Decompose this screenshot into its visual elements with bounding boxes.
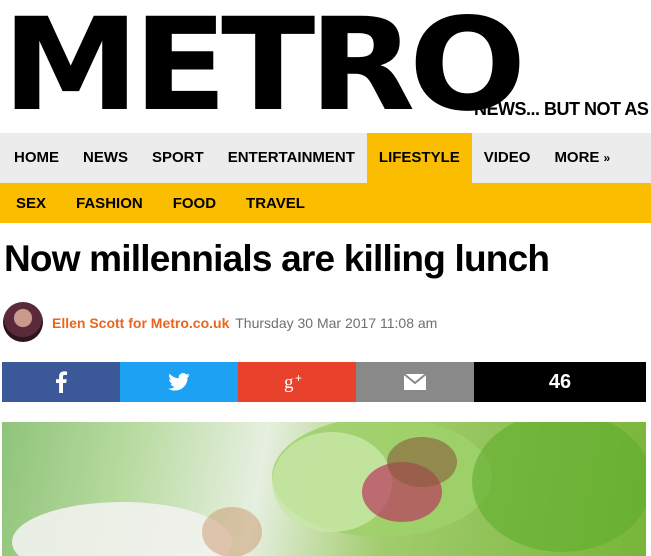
nav-item-lifestyle[interactable]: LIFESTYLE xyxy=(366,133,472,183)
nav-item-home[interactable]: HOME xyxy=(0,133,71,183)
facebook-share-button[interactable] xyxy=(2,362,120,402)
email-share-button[interactable] xyxy=(356,362,474,402)
article-headline: Now millennials are killing lunch xyxy=(4,238,550,279)
sub-nav: SEX FASHION FOOD TRAVEL xyxy=(0,183,651,223)
nav-item-video[interactable]: VIDEO xyxy=(472,133,543,183)
wrap-photo xyxy=(12,422,646,556)
nav-item-sport[interactable]: SPORT xyxy=(140,133,216,183)
google-plus-share-button[interactable]: g + xyxy=(238,362,356,402)
author-link[interactable]: Ellen Scott for Metro.co.uk xyxy=(52,315,229,331)
share-count: 46 xyxy=(474,362,646,402)
byline: Ellen Scott for Metro.co.uk Thursday 30 … xyxy=(52,315,437,331)
nav-item-more[interactable]: MORE» xyxy=(542,133,622,183)
subnav-item-travel[interactable]: TRAVEL xyxy=(231,195,320,212)
svg-text:g: g xyxy=(284,372,294,392)
subnav-item-sex[interactable]: SEX xyxy=(0,195,61,212)
double-chevron-down-icon: » xyxy=(603,151,611,165)
email-icon xyxy=(404,374,426,390)
main-nav: HOME NEWS SPORT ENTERTAINMENT LIFESTYLE … xyxy=(0,133,651,183)
author-avatar[interactable] xyxy=(3,302,43,342)
nav-item-entertainment[interactable]: ENTERTAINMENT xyxy=(216,133,367,183)
tagline: NEWS... BUT NOT AS xyxy=(474,99,649,119)
google-plus-icon: g + xyxy=(284,372,302,392)
nav-item-news[interactable]: NEWS xyxy=(71,133,140,183)
svg-text:+: + xyxy=(295,372,302,385)
facebook-icon xyxy=(56,371,67,393)
twitter-icon xyxy=(168,373,190,391)
share-bar: g + 46 xyxy=(2,362,646,402)
subnav-item-food[interactable]: FOOD xyxy=(158,195,231,212)
subnav-item-fashion[interactable]: FASHION xyxy=(61,195,158,212)
nav-item-more-label: MORE xyxy=(554,149,600,166)
twitter-share-button[interactable] xyxy=(120,362,238,402)
article-hero-image xyxy=(2,422,646,556)
metro-logo[interactable]: METRO xyxy=(2,2,526,130)
publish-date: Thursday 30 Mar 2017 11:08 am xyxy=(235,315,438,331)
